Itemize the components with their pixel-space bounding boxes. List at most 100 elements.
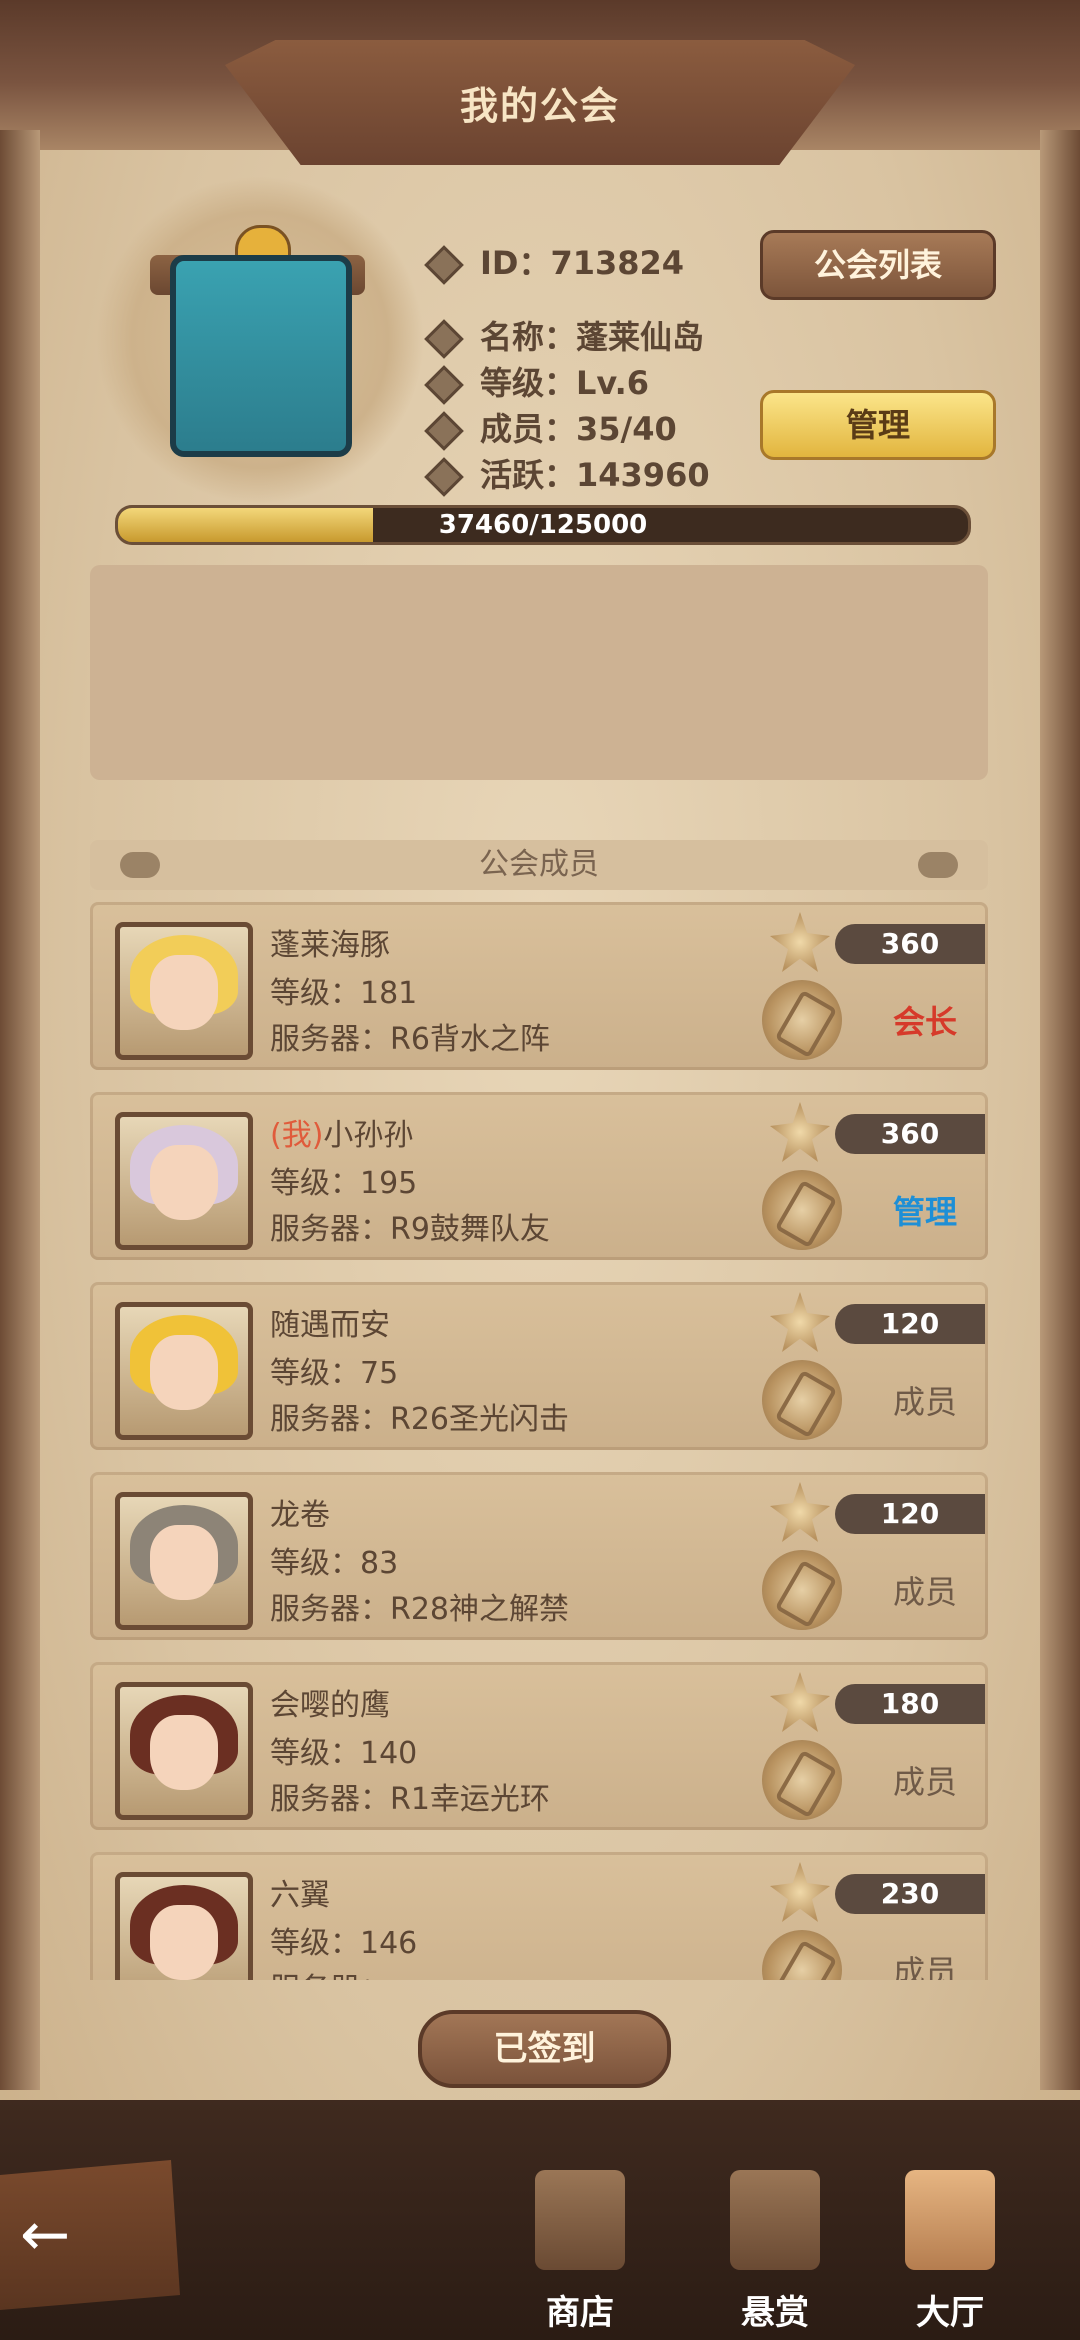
guild-emblem-icon [170, 255, 352, 457]
nav-shop[interactable]: 商店 [510, 2170, 650, 2340]
member-card[interactable]: 会嘤的鹰 等级：140 服务器：R1幸运光环 180 成员 [90, 1662, 988, 1830]
member-name: 蓬莱海豚 [270, 920, 390, 964]
member-card[interactable]: 蓬莱海豚 等级：181 服务器：R6背水之阵 360 会长 [90, 902, 988, 1070]
guild-id-text: ID：713824 [480, 244, 685, 282]
members-header-text: 公会成员 [479, 847, 599, 882]
member-points: 360 [835, 1114, 985, 1154]
bounty-icon [730, 2170, 820, 2270]
member-level: 等级：75 [270, 1356, 399, 1391]
member-name-text: 蓬莱海豚 [270, 928, 390, 963]
member-role: 管理 [892, 1193, 957, 1231]
member-role: 成员 [892, 1953, 957, 1980]
guild-id: ID：713824 [424, 238, 685, 285]
member-server: 服务器：R28神之解禁 [270, 1592, 570, 1627]
role-emblem-icon [762, 1740, 842, 1820]
page-title: 我的公会 [459, 84, 620, 128]
member-card[interactable]: 随遇而安 等级：75 服务器：R26圣光闪击 120 成员 [90, 1282, 988, 1450]
member-points: 180 [835, 1684, 985, 1724]
member-server: 服务器：R9鼓舞队友 [270, 1212, 550, 1247]
guild-list-button[interactable]: 公会列表 [760, 230, 996, 300]
role-emblem-icon [762, 1360, 842, 1440]
ornament-right-icon [918, 852, 958, 878]
member-name: 龙卷 [270, 1490, 330, 1534]
guild-name: 名称：蓬莱仙岛 [424, 312, 705, 359]
avatar-face [150, 1335, 218, 1410]
hall-icon [905, 2170, 995, 2270]
member-server: 服务器：R26圣光闪击 [270, 1402, 570, 1437]
member-card[interactable]: 龙卷 等级：83 服务器：R28神之解禁 120 成员 [90, 1472, 988, 1640]
member-name-text: 六翼 [270, 1878, 330, 1913]
guild-exp-bar: 37460/125000 [115, 505, 971, 545]
avatar-face [150, 1715, 218, 1790]
contribution-icon [770, 1672, 830, 1732]
contribution-icon [770, 1102, 830, 1162]
avatar[interactable] [115, 1872, 253, 1980]
guild-level-text: 等级：Lv.6 [480, 364, 650, 402]
member-role: 成员 [892, 1573, 957, 1611]
avatar[interactable] [115, 1682, 253, 1820]
avatar-face [150, 1525, 218, 1600]
avatar-face [150, 955, 218, 1030]
guild-activity: 活跃：143960 [424, 450, 710, 497]
member-role: 成员 [892, 1763, 957, 1801]
manage-button[interactable]: 管理 [760, 390, 996, 460]
nav-hall-label: 大厅 [916, 2293, 984, 2333]
role-emblem-icon [762, 1170, 842, 1250]
guild-activity-text: 活跃：143960 [480, 456, 710, 494]
avatar[interactable] [115, 1492, 253, 1630]
member-points: 230 [835, 1874, 985, 1914]
avatar-face [150, 1145, 218, 1220]
member-name: 会嘤的鹰 [270, 1680, 390, 1724]
member-name-text: 小孙孙 [323, 1118, 414, 1153]
member-name: (我)小孙孙 [270, 1110, 413, 1154]
guild-name-text: 名称：蓬莱仙岛 [480, 318, 705, 356]
diamond-bullet-icon [424, 245, 464, 285]
avatar[interactable] [115, 1112, 253, 1250]
guild-notice-box [90, 565, 988, 780]
member-name: 随遇而安 [270, 1300, 390, 1344]
members-header: 公会成员 [90, 840, 988, 890]
diamond-bullet-icon [424, 365, 464, 405]
diamond-bullet-icon [424, 411, 464, 451]
nav-shop-label: 商店 [546, 2293, 614, 2333]
role-emblem-icon [762, 1930, 842, 1980]
member-points: 120 [835, 1494, 985, 1534]
member-card[interactable]: 六翼 等级：146 服务器： 230 成员 [90, 1852, 988, 1980]
member-level: 等级：146 [270, 1926, 418, 1961]
member-server: 服务器：R6背水之阵 [270, 1022, 550, 1057]
member-points: 360 [835, 924, 985, 964]
avatar[interactable] [115, 1302, 253, 1440]
member-name-text: 随遇而安 [270, 1308, 390, 1343]
guild-members-text: 成员：35/40 [480, 410, 677, 448]
role-emblem-icon [762, 1550, 842, 1630]
ornament-left-icon [120, 852, 160, 878]
nav-bounty[interactable]: 悬赏 [705, 2170, 845, 2340]
member-card[interactable]: (我)小孙孙 等级：195 服务器：R9鼓舞队友 360 管理 [90, 1092, 988, 1260]
member-name-text: 龙卷 [270, 1498, 330, 1533]
avatar[interactable] [115, 922, 253, 1060]
avatar-face [150, 1905, 218, 1980]
guild-exp-text: 37460/125000 [438, 510, 648, 540]
nav-hall[interactable]: 大厅 [880, 2170, 1020, 2340]
contribution-icon [770, 1482, 830, 1542]
back-arrow-icon: ← [20, 2200, 71, 2270]
member-server: 服务器：R1幸运光环 [270, 1782, 550, 1817]
member-level: 等级：83 [270, 1546, 399, 1581]
role-emblem-icon [762, 980, 842, 1060]
member-role: 成员 [892, 1383, 957, 1421]
contribution-icon [770, 1862, 830, 1922]
member-list[interactable]: 蓬莱海豚 等级：181 服务器：R6背水之阵 360 会长 (我)小孙孙 等级：… [0, 900, 1080, 1980]
shop-icon [535, 2170, 625, 2270]
diamond-bullet-icon [424, 457, 464, 497]
guild-members-count: 成员：35/40 [424, 404, 677, 451]
contribution-icon [770, 1292, 830, 1352]
member-level: 等级：140 [270, 1736, 418, 1771]
member-role: 会长 [892, 1003, 957, 1041]
guild-level: 等级：Lv.6 [424, 358, 650, 405]
member-server: 服务器： [270, 1964, 390, 1980]
member-name-text: 会嘤的鹰 [270, 1688, 390, 1723]
nav-bounty-label: 悬赏 [741, 2293, 809, 2333]
contribution-icon [770, 912, 830, 972]
signed-in-button[interactable]: 已签到 [418, 2010, 671, 2088]
member-level: 等级：195 [270, 1166, 418, 1201]
